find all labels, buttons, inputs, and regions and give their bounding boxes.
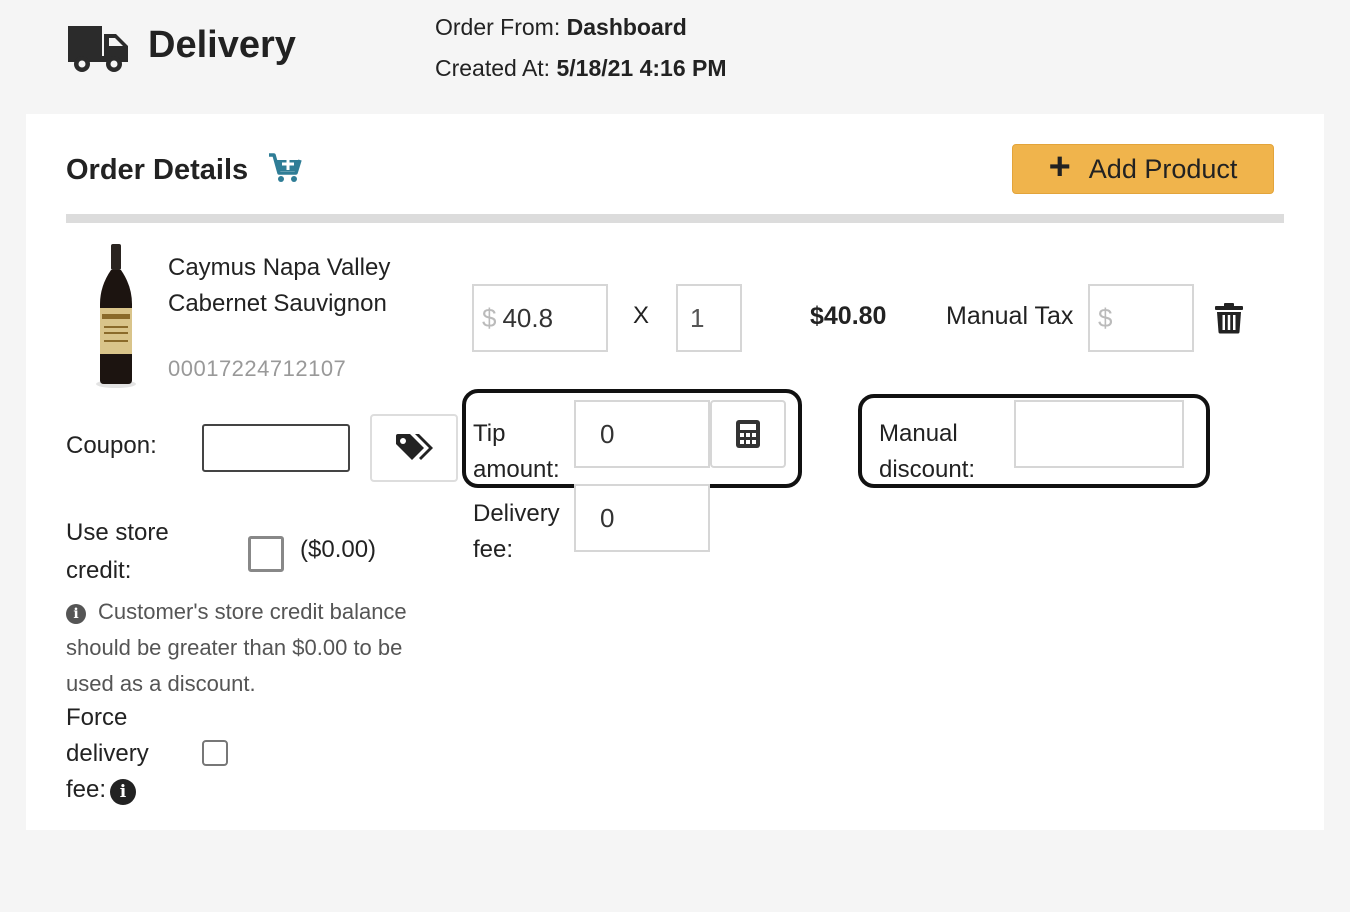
line-total: $40.80 <box>810 302 887 330</box>
delivery-fee-input[interactable]: 0 <box>574 484 710 552</box>
add-product-button[interactable]: + Add Product <box>1012 144 1274 194</box>
created-at: Created At: 5/18/21 4:16 PM <box>435 55 727 82</box>
order-from-value: Dashboard <box>566 14 687 40</box>
coupon-input[interactable] <box>202 424 350 472</box>
tip-input[interactable]: 0 <box>574 400 710 468</box>
cart-plus-icon[interactable] <box>268 152 302 184</box>
force-delivery-fee-checkbox[interactable] <box>202 740 228 766</box>
apply-coupon-button[interactable] <box>370 414 458 482</box>
quantity-value: 1 <box>690 302 705 333</box>
times-sign: X <box>633 302 650 329</box>
quantity-input[interactable]: 1 <box>676 284 742 352</box>
calculator-button[interactable] <box>710 400 786 468</box>
store-credit-amount: ($0.00) <box>300 536 377 563</box>
product-image <box>96 244 136 388</box>
manual-tax-input[interactable]: $ <box>1088 284 1194 352</box>
page-title: Delivery <box>148 24 296 66</box>
store-credit-note-text: Customer's store credit balance should b… <box>66 599 407 696</box>
product-sku: 00017224712107 <box>168 356 347 381</box>
force-delivery-fee-label: Force delivery fee: i <box>66 700 176 808</box>
manual-discount-input[interactable] <box>1014 400 1184 468</box>
info-icon: i <box>66 604 86 624</box>
divider <box>66 214 1284 223</box>
created-at-value: 5/18/21 4:16 PM <box>556 55 727 81</box>
calculator-icon <box>736 420 760 448</box>
created-at-label: Created At: <box>435 55 551 81</box>
order-from: Order From: Dashboard <box>435 14 687 41</box>
delivery-fee-label: Delivery fee: <box>473 500 560 563</box>
order-details-title: Order Details <box>66 154 249 186</box>
manual-discount-label: Manual discount: <box>879 420 976 483</box>
info-icon[interactable]: i <box>110 779 137 805</box>
tip-value: 0 <box>600 418 615 449</box>
delivery-fee-value: 0 <box>600 502 615 533</box>
manual-tax-label: Manual Tax <box>946 302 1074 330</box>
coupon-label: Coupon: <box>66 432 157 459</box>
price-value: 40.8 <box>502 302 554 333</box>
force-delivery-fee-text: Force delivery fee: <box>66 704 149 803</box>
manual-tax-placeholder: $ <box>1098 302 1113 333</box>
add-product-label: Add Product <box>1088 153 1238 184</box>
currency-symbol: $ <box>482 302 497 333</box>
plus-icon: + <box>1048 146 1071 188</box>
store-credit-note: i Customer's store credit balance should … <box>66 594 456 702</box>
store-credit-label: Use store credit: <box>66 519 169 584</box>
truck-icon <box>68 26 128 72</box>
trash-icon[interactable] <box>1214 302 1244 334</box>
price-input[interactable]: $ 40.8 <box>472 284 608 352</box>
tip-label: Tip amount: <box>473 420 560 483</box>
tags-icon <box>396 434 433 460</box>
product-name: Caymus Napa Valley Cabernet Sauvignon <box>168 254 391 317</box>
store-credit-checkbox[interactable] <box>248 536 284 572</box>
order-from-label: Order From: <box>435 14 561 40</box>
